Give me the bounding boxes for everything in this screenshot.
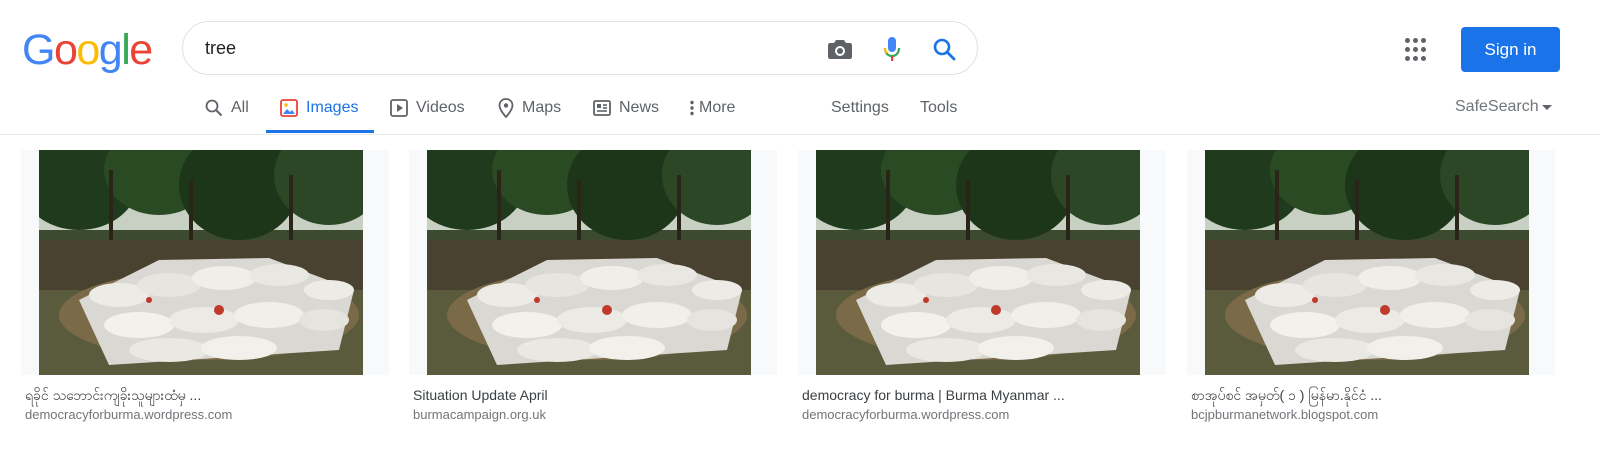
image-result[interactable]: ရခိုင် သဘောင်းကျခိုးသူများထံမှ ... democ… [21,150,389,425]
tab-videos[interactable]: Videos [390,95,465,121]
image-result[interactable]: စာအုပ်စင် အမှတ်( ၁ ) မြန်မာ.နိုင်ငံ ... … [1187,150,1555,425]
tab-label: Images [306,99,359,116]
map-pin-icon [498,98,514,118]
more-vertical-icon [689,100,695,116]
header-divider [0,134,1600,135]
result-title[interactable]: စာအုပ်စင် အမှတ်( ၁ ) မြန်မာ.နိုင်ငံ ... [1191,385,1555,405]
tab-more[interactable]: More [689,95,735,121]
logo-letter: g [98,26,123,74]
search-icon [205,99,223,117]
logo-letter: e [129,26,153,74]
microphone-icon[interactable] [877,34,907,64]
image-icon [280,99,298,117]
tab-maps[interactable]: Maps [498,95,561,121]
image-thumbnail[interactable] [21,150,389,375]
tab-label: Tools [920,99,958,116]
logo-letter: o [53,26,78,74]
result-site[interactable]: democracyforburma.wordpress.com [802,405,1166,425]
image-thumbnail[interactable] [1187,150,1555,375]
camera-icon[interactable] [825,34,855,64]
result-title[interactable]: democracy for burma | Burma Myanmar ... [802,385,1166,405]
search-icon[interactable] [929,34,959,64]
logo-letter: l [121,26,131,74]
tab-label: All [231,99,249,116]
logo-letter: G [22,26,55,74]
result-site[interactable]: bcjpburmanetwork.blogspot.com [1191,405,1555,425]
tab-label: Settings [831,99,889,116]
caret-down-icon [1541,104,1552,110]
result-title[interactable]: ရခိုင် သဘောင်းကျခိုးသူများထံမှ ... [25,385,389,405]
google-logo[interactable]: Google [22,26,153,74]
tab-news[interactable]: News [593,95,659,121]
image-result[interactable]: Situation Update April burmacampaign.org… [409,150,777,425]
image-result[interactable]: democracy for burma | Burma Myanmar ... … [798,150,1166,425]
safesearch-dropdown[interactable]: SafeSearch [1455,98,1552,116]
image-thumbnail[interactable] [409,150,777,375]
news-icon [593,100,611,116]
result-photo [39,150,363,375]
search-input[interactable] [205,30,805,66]
tab-tools[interactable]: Tools [920,95,957,121]
result-photo [427,150,751,375]
tab-label: Maps [522,99,562,116]
logo-letter: o [76,26,100,74]
apps-grid-icon[interactable] [1405,38,1429,62]
tab-label: More [699,99,736,116]
sign-in-button[interactable]: Sign in [1461,27,1560,72]
result-site[interactable]: democracyforburma.wordpress.com [25,405,389,425]
safesearch-label: SafeSearch [1455,98,1539,115]
result-photo [816,150,1140,375]
result-site[interactable]: burmacampaign.org.uk [413,405,777,425]
image-thumbnail[interactable] [798,150,1166,375]
tab-images[interactable]: Images [280,95,358,121]
tab-settings[interactable]: Settings [831,95,889,121]
tab-label: News [619,99,660,116]
search-box [182,21,978,75]
active-tab-indicator [266,130,374,133]
result-photo [1205,150,1529,375]
tab-label: Videos [416,99,465,116]
result-title[interactable]: Situation Update April [413,385,777,405]
tab-all[interactable]: All [205,95,249,121]
video-icon [390,99,408,117]
